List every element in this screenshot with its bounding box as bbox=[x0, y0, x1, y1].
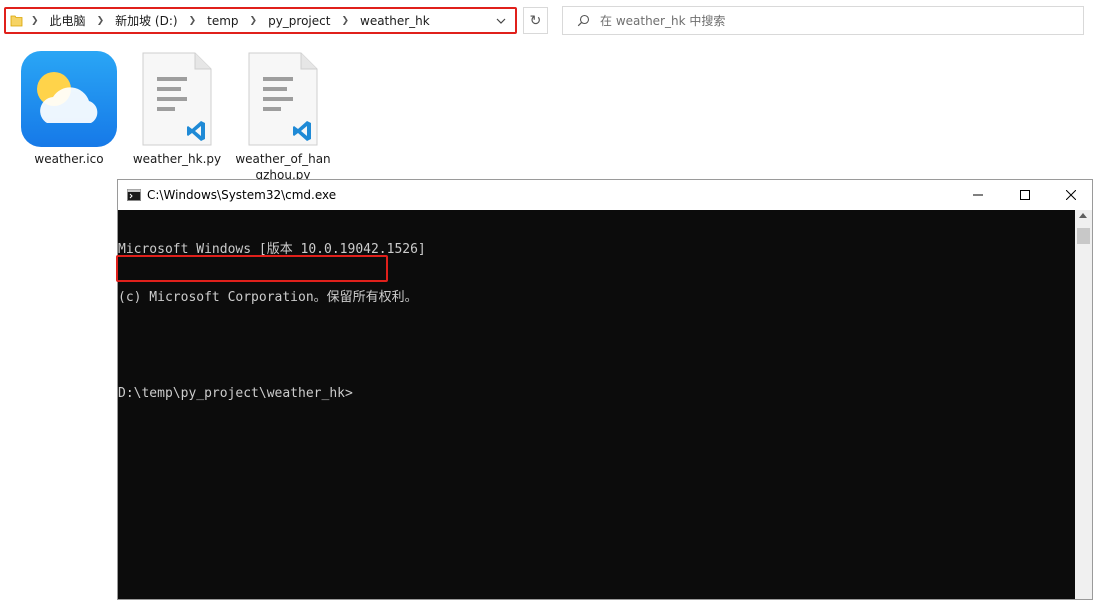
search-box[interactable] bbox=[562, 6, 1084, 35]
search-icon bbox=[577, 14, 590, 27]
cmd-window[interactable]: C:\Windows\System32\cmd.exe Microsoft Wi… bbox=[116, 179, 1093, 600]
minimize-icon bbox=[973, 194, 983, 196]
vscode-python-file-icon bbox=[248, 52, 318, 146]
vscode-python-file-icon bbox=[142, 52, 212, 146]
file-name-line-1: weather_of_han bbox=[235, 152, 331, 166]
chevron-down-icon[interactable] bbox=[495, 15, 507, 27]
maximize-icon bbox=[1020, 190, 1030, 200]
search-input[interactable] bbox=[600, 13, 1040, 28]
chevron-right-icon[interactable]: ❯ bbox=[332, 16, 358, 26]
weather-icon bbox=[21, 51, 117, 147]
file-name: weather.ico bbox=[34, 152, 104, 166]
refresh-icon: ↻ bbox=[529, 12, 542, 29]
scrollbar-thumb[interactable] bbox=[1077, 228, 1090, 244]
highlight-box bbox=[116, 255, 388, 282]
scroll-up-icon[interactable] bbox=[1079, 213, 1087, 218]
breadcrumb-item-py-project[interactable]: py_project bbox=[266, 14, 332, 28]
breadcrumb-item-drive[interactable]: 新加坡 (D:) bbox=[113, 12, 179, 29]
console-line: (c) Microsoft Corporation。保留所有权利。 bbox=[118, 290, 418, 305]
close-icon bbox=[1066, 190, 1076, 200]
console-output[interactable]: Microsoft Windows [版本 10.0.19042.1526] (… bbox=[116, 210, 1076, 599]
file-weather-hk-py[interactable]: weather_hk.py bbox=[122, 51, 232, 167]
breadcrumb-item-weather-hk[interactable]: weather_hk bbox=[358, 14, 432, 28]
file-weather-of-hangzhou-py[interactable]: weather_of_han gzhou.py bbox=[228, 51, 338, 183]
maximize-button[interactable] bbox=[1002, 180, 1048, 210]
window-title: C:\Windows\System32\cmd.exe bbox=[147, 188, 337, 202]
refresh-button[interactable]: ↻ bbox=[523, 7, 548, 34]
command-prompt[interactable]: D:\temp\py_project\weather_hk> bbox=[118, 386, 1076, 402]
folder-icon bbox=[10, 15, 23, 27]
file-name: weather_hk.py bbox=[132, 152, 222, 166]
close-button[interactable] bbox=[1048, 180, 1093, 210]
vertical-scrollbar[interactable] bbox=[1075, 210, 1092, 599]
breadcrumb: ❯ 此电脑 ❯ 新加坡 (D:) ❯ temp ❯ py_project ❯ w… bbox=[31, 12, 432, 29]
title-bar[interactable]: C:\Windows\System32\cmd.exe bbox=[118, 180, 1092, 210]
breadcrumb-item-temp[interactable]: temp bbox=[205, 14, 240, 28]
breadcrumb-item-this-pc[interactable]: 此电脑 bbox=[48, 12, 88, 29]
file-weather-ico[interactable]: weather.ico bbox=[14, 51, 124, 167]
address-bar[interactable]: ❯ 此电脑 ❯ 新加坡 (D:) ❯ temp ❯ py_project ❯ w… bbox=[4, 7, 517, 34]
chevron-right-icon[interactable]: ❯ bbox=[180, 16, 206, 26]
chevron-right-icon[interactable]: ❯ bbox=[31, 16, 48, 26]
minimize-button[interactable] bbox=[955, 180, 1001, 210]
chevron-right-icon[interactable]: ❯ bbox=[88, 16, 114, 26]
chevron-right-icon[interactable]: ❯ bbox=[241, 16, 267, 26]
cmd-app-icon bbox=[127, 189, 141, 201]
